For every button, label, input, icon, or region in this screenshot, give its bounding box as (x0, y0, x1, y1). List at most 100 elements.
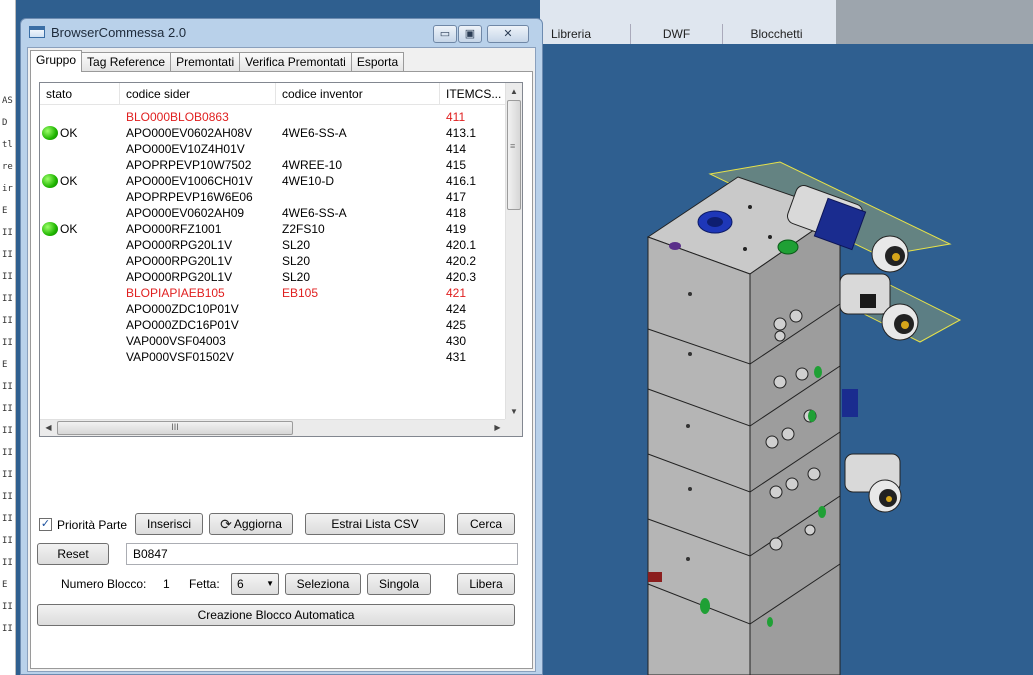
minimize-button[interactable]: ▭ (433, 25, 457, 43)
estrai-lista-csv-button[interactable]: Estrai Lista CSV (305, 513, 445, 535)
background-app-text: II (2, 404, 13, 414)
table-row[interactable]: BLOPIAPIAEB105 EB105 421 (40, 285, 506, 301)
aggiorna-button[interactable]: ⟳ Aggiorna (209, 513, 293, 535)
table-row[interactable]: VAP000VSF01502V 431 (40, 349, 506, 365)
table-row[interactable]: APO000RPG20L1V SL20 420.2 (40, 253, 506, 269)
table-row[interactable]: OK APO000EV1006CH01V 4WE10-D 416.1 (40, 173, 506, 189)
inserisci-button[interactable]: Inserisci (135, 513, 203, 535)
background-app-text: E (2, 580, 8, 590)
host-tab-dwf[interactable]: DWF (630, 24, 722, 44)
row-codice-inventor-cell: Z2FS10 (282, 222, 325, 236)
row-codice-sider-cell: APO000ZDC16P01V (126, 318, 239, 332)
table-row[interactable]: APOPRPEVP10W7502 4WREE-10 415 (40, 157, 506, 173)
row-stato-cell (40, 317, 120, 333)
row-codice-inventor-cell (276, 301, 440, 317)
table-row[interactable]: APO000RPG20L1V SL20 420.1 (40, 237, 506, 253)
items-list-view[interactable]: stato codice sider codice inventor ITEMC… (39, 82, 523, 437)
row-stato-cell (40, 253, 120, 269)
background-app-text: II (2, 316, 13, 326)
aggiorna-label: Aggiorna (233, 517, 282, 531)
libera-button[interactable]: Libera (457, 573, 515, 595)
reset-button[interactable]: Reset (37, 543, 109, 565)
cerca-button[interactable]: Cerca (457, 513, 515, 535)
tab-premontati[interactable]: Premontati (170, 52, 241, 72)
row-itemcs-cell: 425 (446, 318, 467, 332)
row-codice-sider-cell: VAP000VSF01502V (126, 350, 234, 364)
status-ok-icon (42, 222, 58, 236)
singola-button[interactable]: Singola (367, 573, 431, 595)
scroll-right-arrow-icon[interactable]: ▶ (489, 420, 506, 436)
row-codice-inventor-cell (276, 317, 440, 333)
row-codice-inventor-cell: 4WE6-SS-A (282, 206, 347, 220)
fetta-select[interactable]: 6 ▼ (231, 573, 279, 595)
row-itemcs-cell: 420.2 (446, 254, 477, 268)
scroll-corner (505, 419, 522, 436)
background-app-text: II (2, 602, 13, 612)
scroll-up-arrow-icon[interactable]: ▲ (506, 83, 522, 100)
row-codice-sider-cell: APO000EV10Z4H01V (126, 142, 245, 156)
row-codice-sider-cell: APO000EV0602AH09 (126, 206, 245, 220)
row-codice-inventor-cell: 4WREE-10 (282, 158, 343, 172)
tab-tag-reference[interactable]: Tag Reference (81, 52, 172, 72)
horizontal-scrollbar[interactable]: ◀ III ▶ (40, 419, 506, 436)
browser-commessa-window: BrowserCommessa 2.0 ▭ ▣ ✕ Gruppo Tag Ref… (20, 18, 543, 675)
column-header-codice-sider[interactable]: codice sider (120, 83, 276, 105)
creazione-blocco-automatica-button[interactable]: Creazione Blocco Automatica (37, 604, 515, 626)
search-input[interactable]: B0847 (126, 543, 518, 565)
tab-esporta[interactable]: Esporta (350, 52, 405, 72)
table-row[interactable]: OK APO000RFZ1001 Z2FS10 419 (40, 221, 506, 237)
row-codice-inventor-cell: EB105 (282, 286, 319, 300)
vertical-scrollbar[interactable]: ▲ ▼ (505, 83, 522, 420)
app-window-icon (29, 26, 45, 38)
row-itemcs-cell: 417 (446, 190, 467, 204)
row-stato-cell (40, 349, 120, 365)
row-stato-cell (40, 333, 120, 349)
background-app-text: II (2, 294, 13, 304)
row-itemcs-cell: 421 (446, 286, 467, 300)
table-row[interactable]: OK APO000EV0602AH08V 4WE6-SS-A 413.1 (40, 125, 506, 141)
table-row[interactable]: APO000EV10Z4H01V 414 (40, 141, 506, 157)
background-app-text: II (2, 426, 13, 436)
row-stato-cell (40, 301, 120, 317)
table-row[interactable]: APO000ZDC16P01V 425 (40, 317, 506, 333)
row-itemcs-cell: 420.3 (446, 270, 477, 284)
close-button[interactable]: ✕ (487, 25, 529, 43)
background-app-text: II (2, 624, 13, 634)
host-tab-blocchetti[interactable]: Blocchetti (722, 24, 830, 44)
row-stato-cell (40, 285, 120, 301)
table-row[interactable]: APO000EV0602AH09 4WE6-SS-A 418 (40, 205, 506, 221)
title-bar[interactable]: BrowserCommessa 2.0 ▭ ▣ ✕ (21, 19, 542, 47)
priorita-parte-checkbox[interactable]: ✓ (39, 518, 52, 531)
row-stato-cell (40, 141, 120, 157)
table-row[interactable]: APO000RPG20L1V SL20 420.3 (40, 269, 506, 285)
host-tab-libreria[interactable]: Libreria (540, 24, 630, 44)
table-row[interactable]: BLO000BLOB0863 411 (40, 109, 506, 125)
priorita-parte-label: Priorità Parte (57, 518, 128, 532)
row-itemcs-cell: 419 (446, 222, 467, 236)
row-stato-cell (40, 269, 120, 285)
column-header-codice-inventor[interactable]: codice inventor (276, 83, 440, 105)
table-row[interactable]: APOPRPEVP16W6E06 417 (40, 189, 506, 205)
tab-gruppo[interactable]: Gruppo (30, 50, 83, 72)
tab-verifica-premontati[interactable]: Verifica Premontati (239, 52, 352, 72)
maximize-button[interactable]: ▣ (458, 25, 482, 43)
scroll-left-arrow-icon[interactable]: ◀ (40, 420, 57, 436)
seleziona-button[interactable]: Seleziona (285, 573, 361, 595)
background-app-text: II (2, 558, 13, 568)
row-codice-inventor-cell (276, 189, 440, 205)
scroll-down-arrow-icon[interactable]: ▼ (506, 403, 522, 420)
fetta-selected-value: 6 (237, 577, 244, 591)
row-codice-sider-cell: APOPRPEVP16W6E06 (126, 190, 253, 204)
row-codice-sider-cell: APO000EV1006CH01V (126, 174, 253, 188)
column-header-stato[interactable]: stato (40, 83, 120, 105)
column-header-itemcs[interactable]: ITEMCS... (440, 83, 506, 105)
horizontal-scroll-thumb[interactable]: III (57, 421, 293, 435)
3d-viewport[interactable] (540, 44, 1033, 675)
vertical-scroll-thumb[interactable] (507, 100, 521, 210)
table-row[interactable]: APO000ZDC10P01V 424 (40, 301, 506, 317)
row-codice-inventor-cell (276, 109, 440, 125)
tab-panel-gruppo: stato codice sider codice inventor ITEMC… (30, 71, 533, 669)
table-row[interactable]: VAP000VSF04003 430 (40, 333, 506, 349)
row-codice-sider-cell: APO000RPG20L1V (126, 270, 233, 284)
background-app-text: II (2, 250, 13, 260)
